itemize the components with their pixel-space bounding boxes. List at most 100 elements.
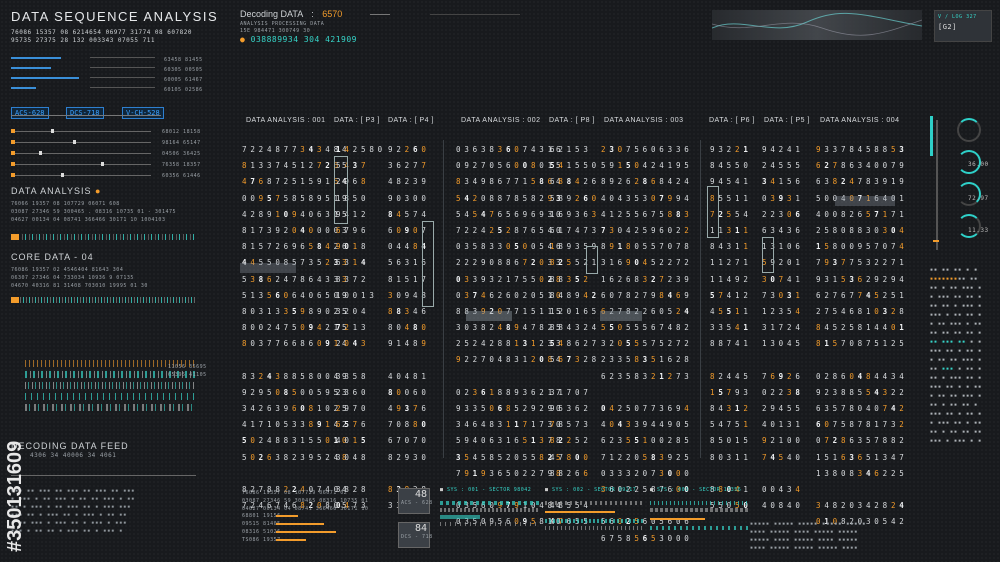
gauge-ring-4 <box>957 214 981 238</box>
header-code-row-1: 76086 15357 08 6214654 06977 31774 08 60… <box>11 29 192 36</box>
bar-track-1 <box>90 57 155 58</box>
stock-id-watermark: #350131609 <box>4 440 26 552</box>
data-row: 5135606406509 <box>242 290 351 300</box>
slider-2[interactable] <box>11 137 151 148</box>
data-row: 34156 <box>762 177 804 187</box>
progress-bar-4 <box>11 87 36 89</box>
data-row: 33541 <box>710 323 752 333</box>
data-row: 40433944905 <box>601 420 693 430</box>
gauge-ring-3 <box>957 182 981 206</box>
selection-frame-2 <box>422 221 434 307</box>
header-p4[interactable]: DATA : [ P4 ] <box>384 116 438 126</box>
data-row: 567328 <box>550 355 600 365</box>
bar-codes: 63458 81455 60305 00505 60005 61467 6010… <box>164 57 203 93</box>
header-p3[interactable]: DATA : [ P3 ] <box>330 116 384 126</box>
data-row: 70880 <box>388 420 430 430</box>
data-row: 88741 <box>710 339 752 349</box>
data-row: 12354 <box>762 306 804 316</box>
tag-vch[interactable]: V-CH-528 <box>122 100 164 119</box>
data-row: 40840 <box>762 501 804 511</box>
data-row: 548627 <box>550 339 600 349</box>
data-row: 884324 <box>550 323 600 333</box>
header-p6[interactable]: DATA : [ P6 ] <box>705 116 759 126</box>
slider-5[interactable] <box>11 170 151 181</box>
data-row: 89180557078 <box>601 242 693 252</box>
data-row: 169363 <box>550 209 600 219</box>
data-row: 541550 <box>550 161 600 171</box>
data-row: 62767745251 <box>816 290 908 300</box>
bar-track-2 <box>90 67 155 68</box>
header-p5[interactable]: DATA : [ P5 ] <box>760 116 814 126</box>
data-row: 84311 <box>710 242 752 252</box>
data-analysis-label: DATA ANALYSIS ● <box>11 186 102 196</box>
data-row: 55055567482 <box>601 323 693 333</box>
highlight-bar-3 <box>600 311 642 321</box>
data-row: 5454765696930 <box>456 209 565 219</box>
selection-frame-1 <box>334 156 348 224</box>
data-row: 9335068529290 <box>456 404 565 413</box>
data-row: 40481 <box>388 371 430 381</box>
data-row: 3358 <box>336 371 370 381</box>
data-row: 71220583925 <box>601 452 693 462</box>
header-analysis-002[interactable]: DATA ANALYSIS : 002 <box>457 116 545 126</box>
slider-4[interactable] <box>11 159 151 170</box>
data-row: 8173920400003 <box>242 225 351 235</box>
gauge-ring-1 <box>957 118 981 142</box>
data-row: 32055575272 <box>601 339 693 349</box>
slider-3[interactable] <box>11 148 151 159</box>
slider-group <box>11 126 151 181</box>
data-row: 7213 <box>336 323 370 333</box>
data-row: 82252 <box>550 436 592 446</box>
log-code: V / LOG 327 <box>938 14 977 20</box>
data-row: 5026382395248 <box>242 452 351 462</box>
data-row: 25808830304 <box>816 225 908 235</box>
data-row <box>762 466 804 482</box>
column-separator-2 <box>700 140 701 458</box>
data-column-p5: 94241 24555 34156 03931 22306 63436 13106 59201… <box>762 142 804 514</box>
data-row: 3204 <box>336 306 370 316</box>
tag-dcs[interactable]: DCS-718 <box>66 100 104 119</box>
waveform-chart <box>711 12 923 36</box>
counter-a-value: 48 <box>414 489 427 500</box>
data-row: 47800 <box>550 452 592 462</box>
data-row: 95362 <box>550 404 592 413</box>
data-row: 62153 <box>550 145 592 154</box>
data-row: 11492 <box>710 274 752 284</box>
data-row: 617473 <box>550 225 600 235</box>
data-row: 80480 <box>388 323 430 333</box>
data-row: 92388554322 <box>816 387 908 397</box>
data-row: 40082657171 <box>816 209 908 219</box>
data-row: 16268327239 <box>601 274 693 284</box>
data-analysis-rows: 76066 19357 08 107729 06071 608 03087 27… <box>11 201 176 223</box>
data-row: 34820342824 <box>816 501 908 511</box>
counter-b-sub: DCS - 718 <box>401 534 433 540</box>
data-row <box>336 352 386 368</box>
tag-acs[interactable]: ACS-628 <box>11 100 49 119</box>
data-row: 78573 <box>550 420 592 430</box>
header-analysis-003[interactable]: DATA ANALYSIS : 003 <box>600 116 688 126</box>
header-p8[interactable]: DATA : [ P8 ] <box>545 116 599 126</box>
data-row: 4015 <box>336 436 370 446</box>
data-row: 22306 <box>762 209 804 219</box>
data-row: 5386247864333 <box>242 274 351 284</box>
progress-bar-2 <box>11 67 51 69</box>
data-row: 40131 <box>762 420 804 430</box>
data-row: 80060 <box>388 387 430 397</box>
data-row: 2970 <box>336 404 370 413</box>
data-row: 0927056008015 <box>456 161 565 171</box>
data-row: 688426 <box>550 177 600 187</box>
bottom-bar-2: 09515 81405 <box>242 520 382 528</box>
data-row: 15793 <box>710 387 752 397</box>
counter-panel-a: 48 ACS - 628 <box>398 488 432 514</box>
header-divider <box>370 14 390 15</box>
data-row <box>336 466 386 482</box>
decoding-separator: : <box>311 9 314 19</box>
header-analysis-004[interactable]: DATA ANALYSIS : 004 <box>816 116 904 126</box>
slider-1[interactable] <box>11 126 151 137</box>
data-row <box>601 385 693 401</box>
data-row: 82445 <box>710 371 752 381</box>
data-row: 8349867715864 <box>456 177 565 187</box>
bar-track-3 <box>90 77 155 78</box>
header-analysis-001[interactable]: DATA ANALYSIS : 001 <box>242 116 330 126</box>
data-row: 84550 <box>710 161 752 171</box>
